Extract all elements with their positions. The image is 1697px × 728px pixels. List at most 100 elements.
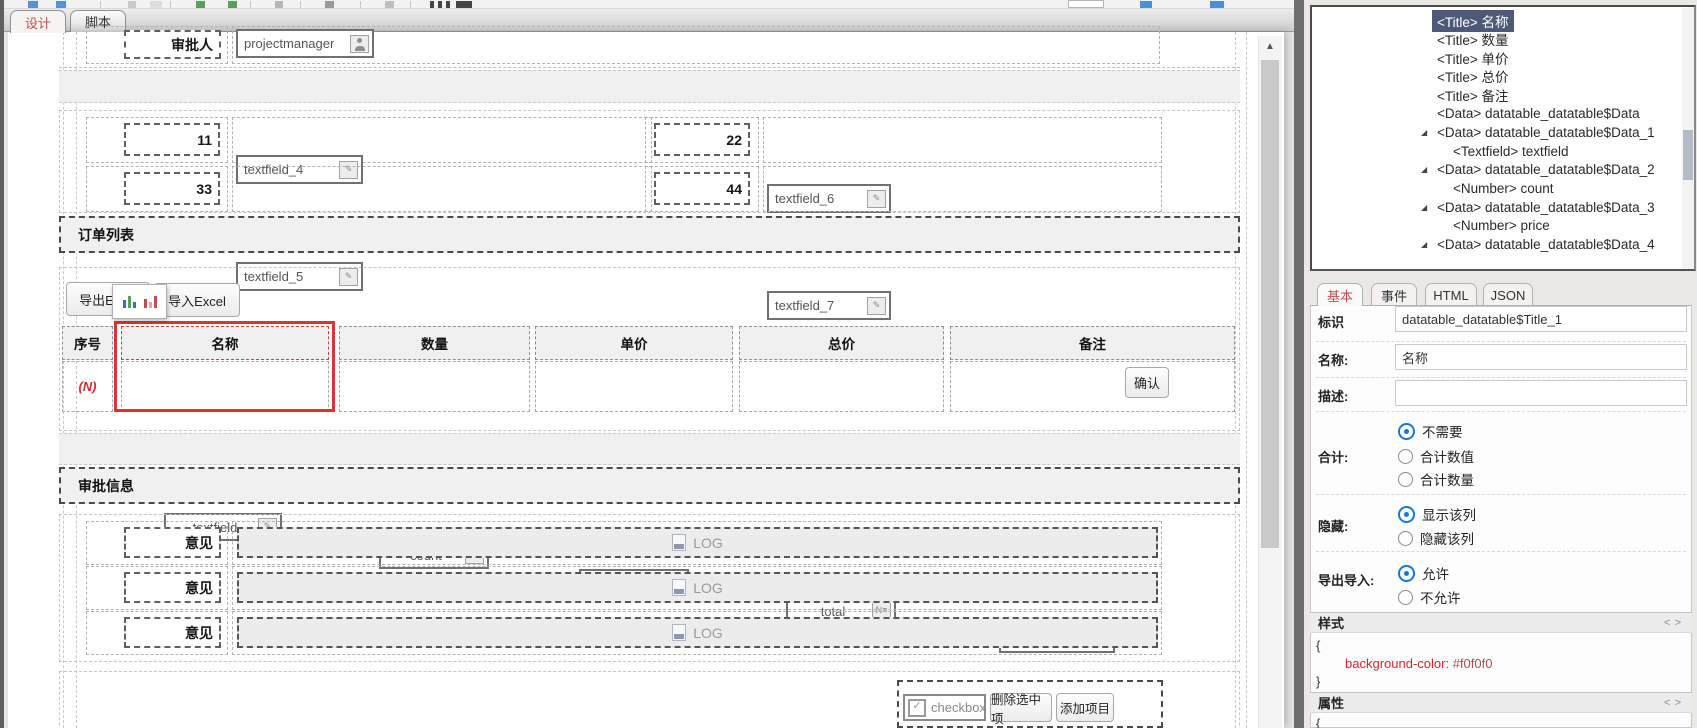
- radio-icon[interactable]: [1398, 422, 1415, 440]
- tree-item[interactable]: <Number> count: [1316, 179, 1676, 198]
- export-import-mode-option[interactable]: 允许: [1398, 564, 1449, 582]
- tree-item[interactable]: <Title> 备注: [1316, 86, 1676, 105]
- toolbar-icon[interactable]: [456, 1, 472, 8]
- inspector-tab-基本[interactable]: 基本: [1317, 283, 1363, 306]
- tree-expand-icon[interactable]: ◢: [1421, 165, 1431, 174]
- toolbar-icon[interactable]: [385, 1, 394, 8]
- tree-item[interactable]: ◢ <Data> datatable_datatable$Data_4: [1316, 235, 1676, 254]
- inspector-tab-JSON[interactable]: JSON: [1483, 283, 1533, 306]
- code-icon[interactable]: < >: [1664, 697, 1682, 709]
- field-desc-input[interactable]: [1395, 380, 1687, 406]
- tree-expand-icon[interactable]: ◢: [1421, 240, 1431, 249]
- tree-item[interactable]: <Title> 总价: [1316, 67, 1676, 86]
- bar-chart-red-icon[interactable]: [143, 295, 157, 308]
- checkbox-icon[interactable]: ✓: [908, 698, 926, 717]
- tree-item-label: <Title> 数量: [1437, 33, 1509, 49]
- radio-icon[interactable]: [1398, 530, 1413, 546]
- toolbar-separator: [410, 1, 411, 8]
- toolbar-icon[interactable]: [128, 1, 136, 8]
- tree-item[interactable]: ◢ <Data> datatable_datatable$Data_1: [1316, 123, 1676, 142]
- toolbar-icon[interactable]: [228, 1, 237, 8]
- tab-design[interactable]: 设计: [10, 10, 66, 33]
- radio-icon[interactable]: [1398, 589, 1413, 605]
- tree-scrollbar-thumb[interactable]: [1683, 130, 1693, 180]
- export-import-mode-option[interactable]: 不允许: [1398, 589, 1461, 606]
- panel-splitter[interactable]: [1294, 0, 1304, 728]
- add-item-button[interactable]: 添加项目: [1056, 693, 1114, 722]
- log-field[interactable]: LOG: [237, 527, 1158, 558]
- toolbar-icon[interactable]: [196, 1, 205, 8]
- toolbar-icon[interactable]: [325, 1, 334, 8]
- table-data-cell: [950, 361, 1235, 412]
- radio-label: 隐藏该列: [1420, 532, 1474, 547]
- style-section-header: 样式 < >: [1310, 612, 1692, 633]
- table-header-4[interactable]: 总价: [739, 326, 944, 360]
- tree-item[interactable]: <Data> datatable_datatable$Data: [1316, 104, 1676, 123]
- approver-input[interactable]: projectmanager: [236, 29, 374, 58]
- toolbar-field[interactable]: [1068, 0, 1104, 8]
- checkbox-widget[interactable]: ✓ checkbox_sele...: [903, 694, 986, 721]
- total-mode-option[interactable]: 不需要: [1398, 422, 1463, 440]
- tree-item-label: <Data> datatable_datatable$Data_3: [1437, 199, 1655, 215]
- table-header-2[interactable]: 数量: [339, 326, 530, 360]
- hide-mode-option[interactable]: 显示该列: [1398, 505, 1476, 523]
- checkbox-label: checkbox_sele...: [931, 700, 986, 715]
- tree-item[interactable]: <Textfield> textfield: [1316, 142, 1676, 161]
- tree-item[interactable]: ◢ <Data> datatable_datatable$Data_2: [1316, 160, 1676, 179]
- tree-item-label: <Textfield> textfield: [1453, 143, 1569, 159]
- toolbar-icon[interactable]: [275, 1, 283, 8]
- bar-chart-icon[interactable]: [122, 295, 136, 308]
- window-left-edge: [0, 0, 4, 728]
- radio-icon[interactable]: [1398, 564, 1415, 582]
- hide-mode-option[interactable]: 隐藏该列: [1398, 530, 1474, 547]
- radio-icon[interactable]: [1398, 471, 1413, 487]
- toolbar-icon[interactable]: [438, 1, 442, 8]
- tree-item[interactable]: <Number> price: [1316, 216, 1676, 235]
- log-label: LOG: [693, 579, 723, 596]
- tree-item[interactable]: <Title> 名称: [1316, 9, 1676, 32]
- toolbar-icon[interactable]: [150, 1, 162, 8]
- inspector-field-label: 描述:: [1318, 389, 1349, 404]
- tree-item[interactable]: <Title> 单价: [1316, 48, 1676, 67]
- delete-selected-button[interactable]: 删除选中项: [990, 693, 1052, 726]
- field-name-input[interactable]: 名称: [1395, 344, 1687, 370]
- log-field[interactable]: LOG: [237, 572, 1158, 603]
- toolbar-icon[interactable]: [430, 1, 434, 8]
- row-index-label: (N): [78, 379, 97, 394]
- tree-item-label: <Title> 总价: [1437, 70, 1509, 86]
- toolbar-icon[interactable]: [1140, 1, 1152, 8]
- opinion-label: 意见: [124, 527, 221, 558]
- scroll-up-arrow-icon[interactable]: ▲: [1261, 39, 1279, 55]
- canvas-scrollbar-thumb[interactable]: [1261, 60, 1279, 548]
- tree-expand-icon[interactable]: ◢: [1421, 128, 1431, 137]
- tree-item-label: <Data> datatable_datatable$Data: [1437, 106, 1640, 122]
- style-code-close: }: [1316, 674, 1321, 689]
- table-header-3[interactable]: 单价: [535, 326, 733, 360]
- total-mode-option[interactable]: 合计数值: [1398, 448, 1474, 465]
- radio-icon[interactable]: [1398, 448, 1413, 464]
- field-id-input[interactable]: datatable_datatable$Title_1: [1395, 306, 1687, 332]
- toolbar-icon[interactable]: [1210, 1, 1224, 8]
- radio-icon[interactable]: [1398, 505, 1415, 523]
- total-mode-option[interactable]: 合计数量: [1398, 471, 1474, 488]
- table-header-0[interactable]: 序号: [62, 326, 113, 360]
- opinion-label: 意见: [124, 617, 221, 648]
- toolbar-icon[interactable]: [56, 1, 66, 8]
- inspector-tab-HTML[interactable]: HTML: [1425, 283, 1477, 306]
- radio-label: 允许: [1422, 567, 1449, 582]
- toolbar-separator: [170, 1, 171, 8]
- tree-item[interactable]: ◢ <Data> datatable_datatable$Data_3: [1316, 198, 1676, 217]
- toolbar-icon[interactable]: [28, 1, 38, 8]
- log-label: LOG: [693, 624, 723, 641]
- confirm-button[interactable]: 确认: [1125, 367, 1169, 398]
- tree-item[interactable]: <Title> 数量: [1316, 30, 1676, 49]
- log-field[interactable]: LOG: [237, 617, 1158, 648]
- tree-expand-icon[interactable]: ◢: [1421, 203, 1431, 212]
- table-header-5[interactable]: 备注: [950, 326, 1235, 360]
- radio-label: 显示该列: [1422, 508, 1476, 523]
- tree-item-label: <Number> count: [1453, 180, 1554, 196]
- toolbar-icon[interactable]: [446, 1, 450, 8]
- inspector-tab-事件[interactable]: 事件: [1371, 283, 1417, 306]
- code-icon[interactable]: < >: [1664, 617, 1682, 629]
- order-section-header: 订单列表: [59, 216, 1240, 253]
